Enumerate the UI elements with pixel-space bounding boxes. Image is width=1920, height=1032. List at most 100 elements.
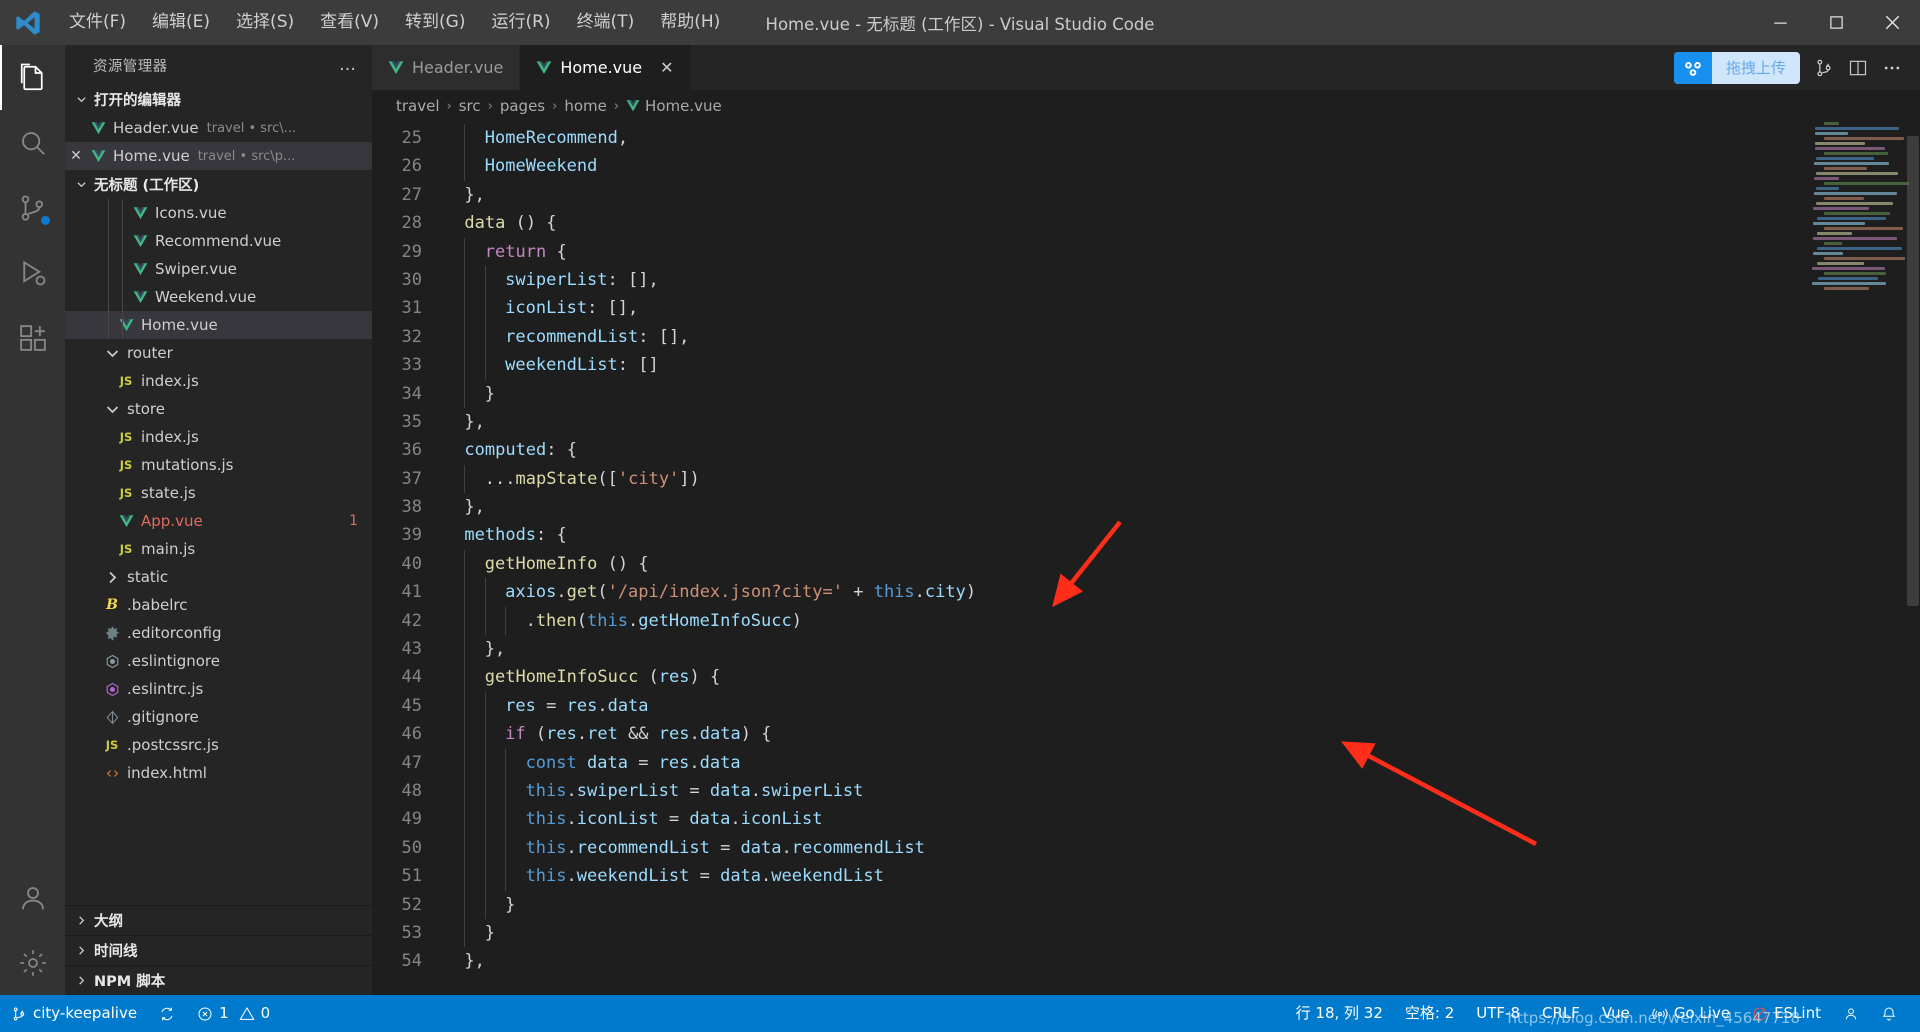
tree-item[interactable]: .editorconfig [65, 619, 372, 647]
code-line[interactable]: const data = res.data [444, 748, 1920, 777]
breadcrumb[interactable]: travel › src › pages › home › Home.vue [372, 90, 1920, 122]
code-line[interactable]: } [444, 918, 1920, 948]
editor-toolbar[interactable]: 拖拽上传 [1673, 45, 1920, 90]
code-line[interactable]: HomeRecommend, [444, 124, 1920, 153]
chevron-down-icon[interactable] [101, 346, 123, 361]
breadcrumb-item[interactable]: home [564, 97, 607, 115]
breadcrumb-item[interactable]: src [459, 97, 481, 115]
menu-item-3[interactable]: 查看(V) [307, 0, 392, 45]
tab-close-icon[interactable]: ✕ [660, 58, 673, 77]
code-line[interactable]: getHomeInfoSucc (res) { [444, 663, 1920, 692]
upload-button[interactable]: 拖拽上传 [1673, 51, 1800, 84]
maximize-button[interactable] [1808, 0, 1864, 45]
status-go-live[interactable]: Go Live [1641, 995, 1741, 1032]
minimize-button[interactable] [1752, 0, 1808, 45]
tree-item[interactable]: JS main.js [65, 535, 372, 563]
sidebar-more-actions-icon[interactable]: … [339, 55, 358, 75]
chevron-down-icon[interactable] [101, 402, 123, 417]
status-encoding[interactable]: UTF-8 [1465, 995, 1531, 1032]
breadcrumb-item[interactable]: pages [500, 97, 545, 115]
breadcrumb-item[interactable]: travel [396, 97, 440, 115]
status-bar[interactable]: city-keepalive 1 0 行 18, 列 32 空格: 2 UTF-8 C… [0, 995, 1920, 1032]
activity-bar[interactable] [0, 45, 65, 995]
code-line[interactable]: axios.get('/api/index.json?city=' + this… [444, 578, 1920, 607]
activitybar-explorer[interactable] [0, 45, 65, 110]
tab-list[interactable]: Header.vue Home.vue ✕ [372, 45, 691, 90]
tree-item[interactable]: index.html [65, 759, 372, 787]
activitybar-extensions[interactable] [0, 305, 65, 370]
tree-item[interactable]: .eslintrc.js [65, 675, 372, 703]
code-line[interactable]: }, [444, 635, 1920, 664]
status-indentation[interactable]: 空格: 2 [1394, 995, 1465, 1032]
editor-tab[interactable]: Header.vue [372, 45, 521, 90]
code-line[interactable]: computed: { [444, 436, 1920, 464]
code-line[interactable]: iconList: [], [444, 294, 1920, 323]
code-line[interactable]: getHomeInfo () { [444, 549, 1920, 579]
scrollbar-thumb[interactable] [1907, 136, 1919, 606]
tree-item[interactable]: router [65, 339, 372, 367]
code-content[interactable]: HomeRecommend, HomeWeekend}, data () {retu… [444, 122, 1920, 995]
tree-item[interactable]: store [65, 395, 372, 423]
open-editor-item[interactable]: Header.vue travel • src\... [65, 114, 372, 142]
menu-bar[interactable]: 文件(F) 编辑(E) 选择(S) 查看(V) 转到(G) 运行(R) 终端(T) 帮助(H) [56, 0, 733, 45]
status-eol[interactable]: CRLF [1531, 995, 1591, 1032]
status-eslint[interactable]: ESLint [1741, 995, 1832, 1032]
status-language-mode[interactable]: Vue [1591, 995, 1641, 1032]
ellipsis-icon[interactable] [1882, 58, 1902, 78]
editor-tab[interactable]: Home.vue ✕ [520, 45, 691, 90]
minimap[interactable] [1806, 122, 1909, 995]
status-cursor-position[interactable]: 行 18, 列 32 [1285, 995, 1394, 1032]
activitybar-accounts[interactable] [0, 865, 65, 930]
tree-item[interactable]: App.vue 1 [65, 507, 372, 535]
code-line[interactable]: }, [444, 947, 1920, 975]
source-control-icon[interactable] [1814, 58, 1834, 78]
close-icon[interactable]: ✕ [65, 148, 87, 164]
code-line[interactable]: }, [444, 181, 1920, 209]
tree-item[interactable]: JS state.js [65, 479, 372, 507]
code-line[interactable]: HomeWeekend [444, 152, 1920, 181]
tree-item[interactable]: Icons.vue [65, 199, 372, 227]
code-line[interactable]: this.weekendList = data.weekendList [444, 862, 1920, 891]
workspace-section-header[interactable]: 无标题 (工作区) [65, 170, 372, 199]
open-editors-list[interactable]: Header.vue travel • src\... ✕ Home.vue trave… [65, 114, 372, 170]
menu-item-5[interactable]: 运行(R) [478, 0, 563, 45]
activitybar-settings-gear-icon[interactable] [0, 930, 65, 995]
status-left[interactable]: city-keepalive 1 0 [0, 995, 281, 1032]
status-sync[interactable] [148, 995, 186, 1032]
menu-item-4[interactable]: 转到(G) [392, 0, 478, 45]
activitybar-source-control[interactable] [0, 175, 65, 240]
tree-item[interactable]: JS index.js [65, 423, 372, 451]
activitybar-run-debug[interactable] [0, 240, 65, 305]
close-button[interactable] [1864, 0, 1920, 45]
menu-item-7[interactable]: 帮助(H) [647, 0, 733, 45]
menu-item-6[interactable]: 终端(T) [564, 0, 648, 45]
code-line[interactable]: methods: { [444, 521, 1920, 549]
window-controls[interactable] [1752, 0, 1920, 45]
tree-item[interactable]: JS mutations.js [65, 451, 372, 479]
sidebar-panel-NPM 脚本[interactable]: NPM 脚本 [65, 965, 372, 995]
menu-item-2[interactable]: 选择(S) [223, 0, 307, 45]
open-editors-section-header[interactable]: 打开的编辑器 [65, 85, 372, 114]
code-line[interactable]: swiperList: [], [444, 265, 1920, 295]
tree-item[interactable]: .eslintignore [65, 647, 372, 675]
tree-item[interactable]: .gitignore [65, 703, 372, 731]
open-editor-item[interactable]: ✕ Home.vue travel • src\p... [65, 142, 372, 170]
status-right[interactable]: 行 18, 列 32 空格: 2 UTF-8 CRLF Vue Go Live ESLint [1285, 995, 1920, 1032]
code-line[interactable]: this.recommendList = data.recommendList [444, 833, 1920, 863]
tree-item[interactable]: static [65, 563, 372, 591]
tree-item[interactable]: B .babelrc [65, 591, 372, 619]
tree-item[interactable]: JS .postcssrc.js [65, 731, 372, 759]
code-line[interactable]: recommendList: [], [444, 322, 1920, 352]
code-line[interactable]: weekendList: [] [444, 351, 1920, 380]
split-editor-icon[interactable] [1848, 58, 1868, 78]
activitybar-search[interactable] [0, 110, 65, 175]
code-line[interactable]: res = res.data [444, 691, 1920, 721]
status-notifications[interactable] [1870, 995, 1908, 1032]
chevron-right-icon[interactable] [101, 570, 123, 585]
menu-item-0[interactable]: 文件(F) [56, 0, 139, 45]
status-branch[interactable]: city-keepalive [0, 995, 148, 1032]
file-tree[interactable]: Icons.vue Recommend.vue Swiper.vue Weekend.… [65, 199, 372, 905]
tree-item[interactable]: Recommend.vue [65, 227, 372, 255]
status-accounts[interactable] [1832, 995, 1870, 1032]
vertical-scrollbar[interactable] [1906, 122, 1920, 995]
